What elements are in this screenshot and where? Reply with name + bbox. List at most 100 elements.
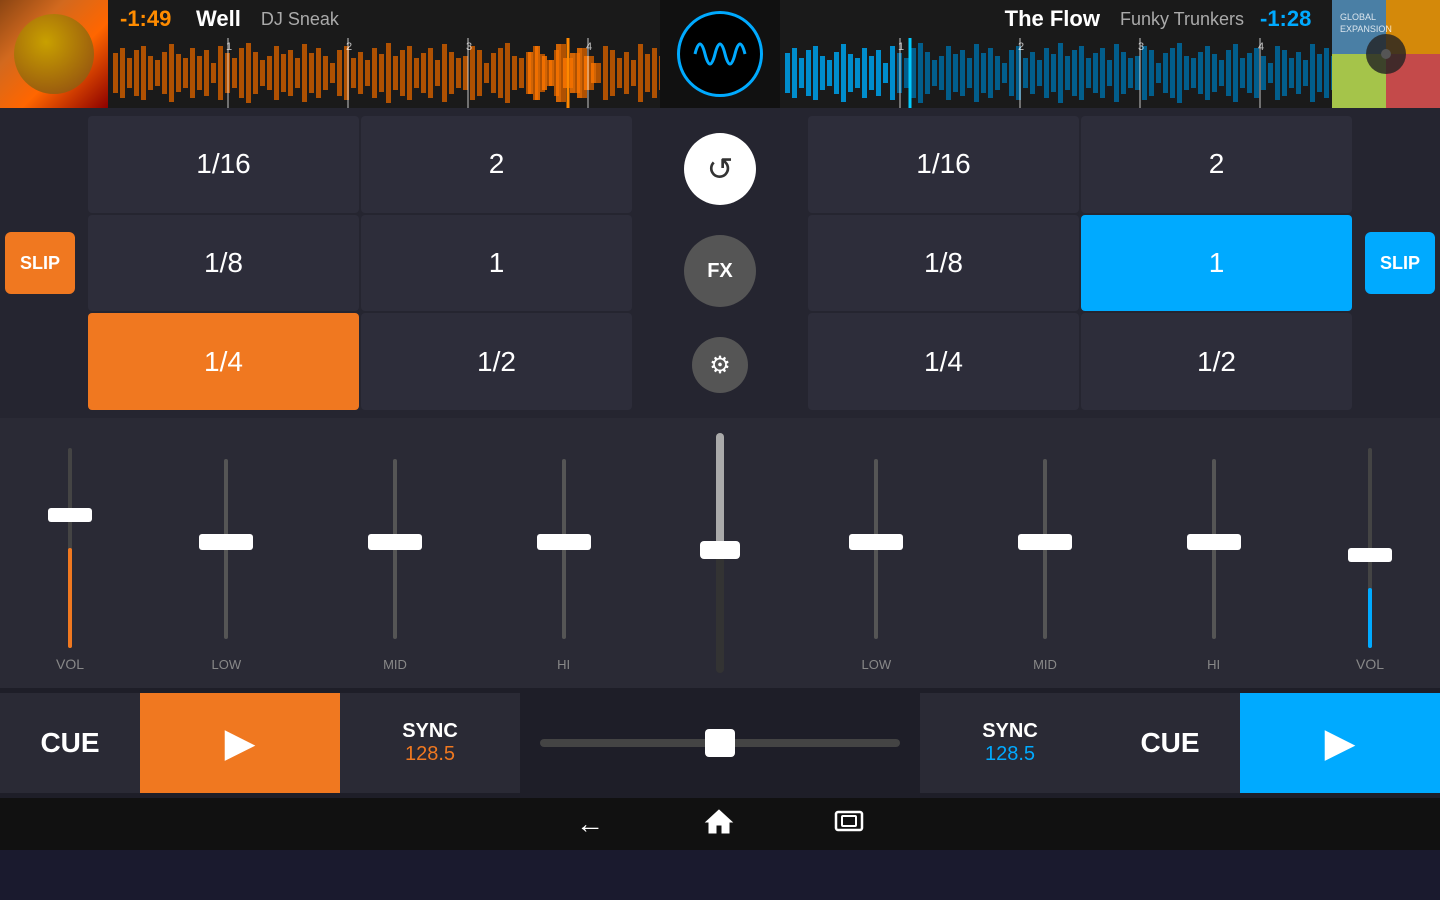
left-loop-2[interactable]: 2: [361, 116, 632, 213]
left-deck-meta: -1:49 Well DJ Sneak: [108, 0, 660, 38]
right-deck-artist: Funky Trunkers: [1120, 9, 1244, 30]
reset-icon: ↺: [707, 150, 734, 188]
right-eq-area: LOW MID HI: [790, 418, 1300, 688]
left-slip-area: SLIP: [0, 108, 80, 418]
right-sync-button[interactable]: SYNC 128.5: [920, 693, 1100, 793]
left-eq-low: LOW: [148, 449, 305, 672]
left-low-handle[interactable]: [199, 534, 253, 550]
home-icon: [704, 808, 734, 834]
center-fader-area: [650, 418, 790, 688]
settings-icon: ⚙: [709, 351, 731, 380]
right-vol-area: VOL: [1300, 418, 1440, 688]
left-waveform[interactable]: 1 2 3 4: [108, 38, 660, 108]
right-waveform[interactable]: 1 2 3 4 5 6: [780, 38, 1332, 108]
left-deck-art: [0, 0, 108, 108]
left-eq-mid: MID: [317, 449, 474, 672]
svg-text:GLOBAL: GLOBAL: [1340, 12, 1376, 22]
svg-text:3: 3: [1138, 41, 1144, 53]
right-deck-title: The Flow: [1005, 6, 1100, 32]
right-eq-low: LOW: [798, 449, 955, 672]
fx-button[interactable]: FX: [684, 235, 756, 307]
center-crossfader[interactable]: [695, 433, 745, 673]
left-sync-bpm: 128.5: [405, 743, 455, 766]
left-loop-1-8[interactable]: 1/8: [88, 215, 359, 312]
right-mid-handle[interactable]: [1018, 534, 1072, 550]
right-slip-button[interactable]: SLIP: [1365, 232, 1435, 294]
right-loop-1-4[interactable]: 1/4: [808, 313, 1079, 410]
right-play-button[interactable]: ▶: [1240, 693, 1440, 793]
left-vol-handle[interactable]: [48, 508, 92, 522]
left-eq-hi-label: HI: [557, 657, 570, 672]
left-vol-slider[interactable]: [50, 448, 90, 648]
right-loop-grid: 1/16 2 1/8 1 1/4 1/2: [800, 108, 1360, 418]
left-play-icon: ▶: [225, 720, 256, 766]
svg-text:4: 4: [586, 41, 592, 53]
right-deck-time: -1:28: [1260, 6, 1320, 32]
bottom-controls: CUE ▶ SYNC 128.5 SYNC 128.5 CUE ▶: [0, 688, 1440, 798]
left-deck-time: -1:49: [120, 6, 180, 32]
svg-text:4: 4: [1258, 41, 1264, 53]
left-hi-handle[interactable]: [537, 534, 591, 550]
right-eq-mid-label: MID: [1033, 657, 1057, 672]
left-play-button[interactable]: ▶: [140, 693, 340, 793]
left-eq-hi: HI: [485, 449, 642, 672]
svg-text:2: 2: [346, 41, 352, 53]
right-play-icon: ▶: [1325, 720, 1356, 766]
center-controls: ↺ FX ⚙: [640, 108, 800, 418]
loop-reset-button[interactable]: ↺: [684, 133, 756, 205]
left-cue-button[interactable]: CUE: [0, 693, 140, 793]
left-eq-area: LOW MID HI: [140, 418, 650, 688]
right-low-handle[interactable]: [849, 534, 903, 550]
nav-back-button[interactable]: ←: [576, 808, 604, 840]
right-vol-label: VOL: [1356, 656, 1384, 672]
left-vol-area: VOL: [0, 418, 140, 688]
right-cue-button[interactable]: CUE: [1100, 693, 1240, 793]
right-loop-1-2[interactable]: 1/2: [1081, 313, 1352, 410]
crossfader-track[interactable]: [540, 739, 900, 747]
crossfader-handle[interactable]: [700, 541, 740, 559]
settings-button[interactable]: ⚙: [692, 337, 748, 393]
right-vol-handle[interactable]: [1348, 548, 1392, 562]
right-hi-handle[interactable]: [1187, 534, 1241, 550]
crossfader-area[interactable]: [520, 739, 920, 747]
logo-wave-svg: [690, 24, 750, 84]
right-deck-info: The Flow Funky Trunkers -1:28: [780, 0, 1332, 108]
right-eq-mid: MID: [967, 449, 1124, 672]
left-deck-info: -1:49 Well DJ Sneak: [108, 0, 660, 108]
left-mid-handle[interactable]: [368, 534, 422, 550]
svg-text:EXPANSION: EXPANSION: [1340, 24, 1392, 34]
left-sync-button[interactable]: SYNC 128.5: [340, 693, 520, 793]
left-loop-1-2[interactable]: 1/2: [361, 313, 632, 410]
mixer-section: VOL LOW MID: [0, 418, 1440, 688]
right-eq-hi-label: HI: [1207, 657, 1220, 672]
back-icon: ←: [576, 808, 604, 839]
left-waveform-svg: 1 2 3 4: [108, 38, 660, 108]
right-loop-2[interactable]: 2: [1081, 116, 1352, 213]
right-loop-1-8[interactable]: 1/8: [808, 215, 1079, 312]
loop-section: SLIP 1/16 2 1/8 1 1/4 1/2 ↺ FX ⚙ 1/16 2 …: [0, 108, 1440, 418]
nav-recent-button[interactable]: [834, 810, 864, 839]
left-loop-1-16[interactable]: 1/16: [88, 116, 359, 213]
right-eq-hi: HI: [1135, 449, 1292, 672]
left-vol-label: VOL: [56, 656, 84, 672]
left-slip-button[interactable]: SLIP: [5, 232, 75, 294]
right-waveform-svg: 1 2 3 4 5 6: [780, 38, 1332, 108]
left-deck-artist: DJ Sneak: [261, 9, 339, 30]
crossfader-h-handle[interactable]: [705, 729, 735, 757]
nav-bar: ←: [0, 798, 1440, 850]
left-eq-mid-label: MID: [383, 657, 407, 672]
center-logo[interactable]: [660, 0, 780, 108]
svg-text:2: 2: [1018, 41, 1024, 53]
right-sync-label: SYNC: [982, 720, 1038, 743]
right-loop-1[interactable]: 1: [1081, 215, 1352, 312]
left-loop-1-4[interactable]: 1/4: [88, 313, 359, 410]
nav-home-button[interactable]: [704, 808, 734, 841]
right-vol-slider[interactable]: [1350, 448, 1390, 648]
right-deck-art: GLOBAL EXPANSION: [1332, 0, 1440, 108]
left-loop-1[interactable]: 1: [361, 215, 632, 312]
logo-circle: [677, 11, 763, 97]
right-deck-meta: The Flow Funky Trunkers -1:28: [780, 0, 1332, 38]
right-loop-1-16[interactable]: 1/16: [808, 116, 1079, 213]
recent-icon: [834, 810, 864, 832]
left-avatar: [14, 14, 94, 94]
